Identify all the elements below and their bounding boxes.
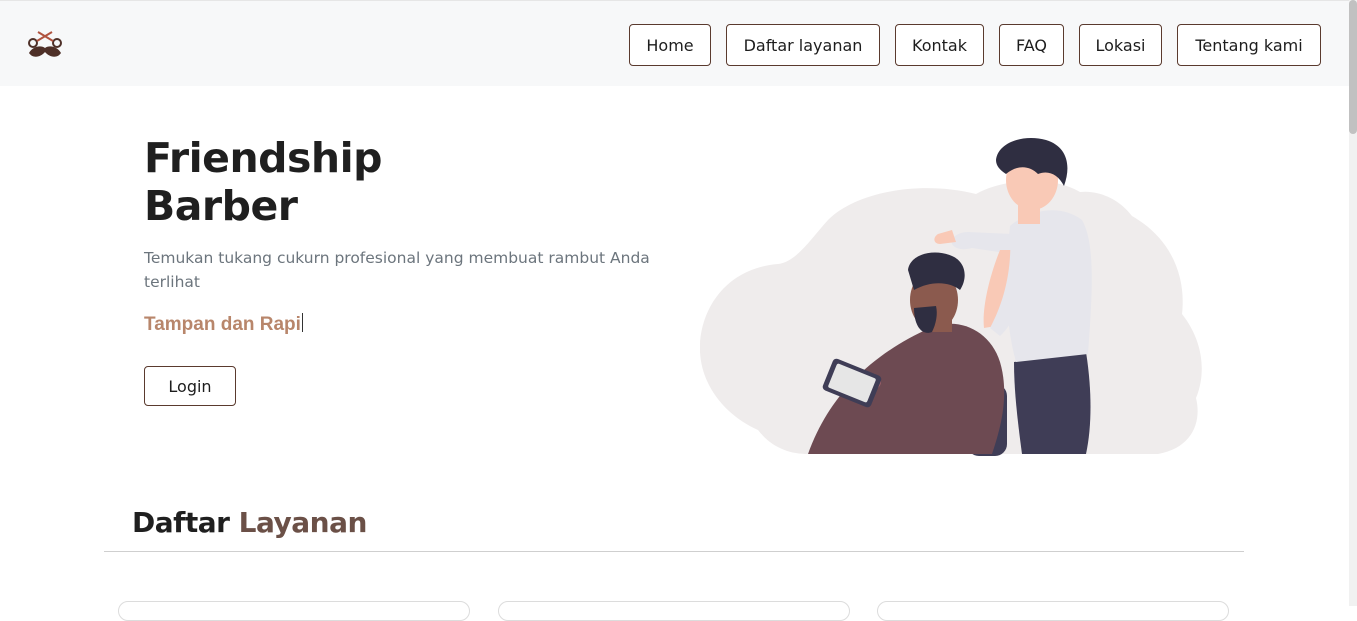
login-button[interactable]: Login <box>144 366 236 406</box>
typing-cursor <box>301 313 303 332</box>
nav-lokasi-button[interactable]: Lokasi <box>1079 24 1162 66</box>
navbar: Home Daftar layanan Kontak FAQ Lokasi Te… <box>0 0 1349 86</box>
hero-subtitle: Temukan tukang cukurn profesional yang m… <box>144 249 650 291</box>
scrollbar-thumb[interactable] <box>1349 0 1357 134</box>
nav-daftar-layanan-button[interactable]: Daftar layanan <box>726 24 880 66</box>
nav-home-button[interactable]: Home <box>629 24 711 66</box>
service-card[interactable] <box>877 601 1229 621</box>
nav-tentang-kami-button[interactable]: Tentang kami <box>1177 24 1321 66</box>
page-scrollbar[interactable] <box>1349 0 1357 606</box>
section-divider <box>104 551 1244 552</box>
hero-title-line1: Friendship <box>144 134 383 182</box>
hero-title-line2: Barber <box>144 182 298 230</box>
hero-typed-text-wrapper: Tampan dan Rapi <box>144 313 303 336</box>
service-card[interactable] <box>498 601 850 621</box>
services-title-word2: Layanan <box>238 506 368 539</box>
hero-typed-text: Tampan dan Rapi <box>144 314 301 335</box>
services-section-title: Daftar Layanan <box>132 506 367 539</box>
services-title-word1: Daftar <box>132 506 230 539</box>
nav-kontak-button[interactable]: Kontak <box>895 24 984 66</box>
mustache-scissors-logo-icon[interactable] <box>24 29 66 61</box>
service-card[interactable] <box>118 601 470 621</box>
nav-faq-button[interactable]: FAQ <box>999 24 1064 66</box>
hero-title: Friendship Barber <box>144 134 383 230</box>
barber-cutting-hair-illustration-icon <box>700 138 1202 456</box>
